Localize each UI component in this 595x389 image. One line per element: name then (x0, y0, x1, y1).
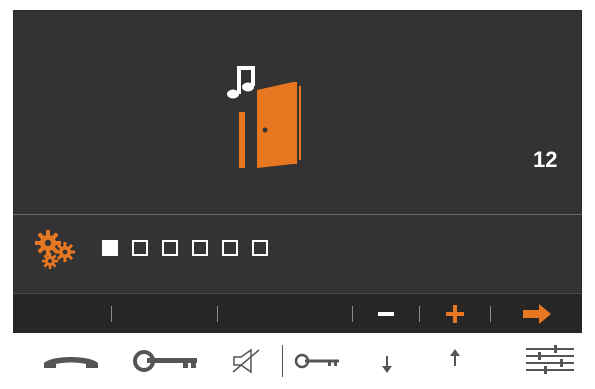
level-setting (35, 228, 335, 269)
gears-icon (35, 230, 75, 269)
up-button[interactable] (440, 338, 470, 384)
key-separator (282, 345, 283, 377)
next-button[interactable] (491, 294, 582, 333)
level-square-filled (102, 240, 118, 256)
key-small-icon (294, 353, 339, 369)
softkey-3[interactable] (218, 294, 352, 333)
key-icon (133, 350, 197, 372)
plus-icon (446, 304, 464, 323)
down-button[interactable] (372, 338, 402, 384)
key-small-button[interactable] (292, 338, 344, 384)
handset-icon (44, 357, 98, 368)
menu-button[interactable] (520, 338, 580, 384)
main-status: 12 (213, 60, 557, 180)
mute-icon (232, 348, 260, 374)
minus-button[interactable] (353, 294, 419, 333)
level-square-empty (252, 240, 268, 256)
softkey-1[interactable] (13, 294, 111, 333)
divider (13, 214, 582, 215)
level-square-empty (132, 240, 148, 256)
level-indicator[interactable] (102, 240, 268, 256)
arrow-right-icon (522, 303, 551, 324)
softkey-2[interactable] (112, 294, 217, 333)
handset-button[interactable] (40, 338, 102, 384)
level-square-empty (222, 240, 238, 256)
menu-icon (526, 345, 574, 374)
display-screen: 12 (13, 10, 582, 333)
softkey-bar (13, 293, 582, 333)
plus-button[interactable] (420, 294, 490, 333)
mute-button[interactable] (226, 338, 266, 384)
value-label: 12 (533, 147, 558, 172)
arrow-down-icon (382, 356, 392, 373)
music-door-icon (227, 66, 301, 168)
minus-icon (378, 311, 394, 316)
level-square-empty (162, 240, 178, 256)
level-square-empty (192, 240, 208, 256)
key-button[interactable] (128, 338, 204, 384)
arrow-up-icon (450, 349, 460, 366)
